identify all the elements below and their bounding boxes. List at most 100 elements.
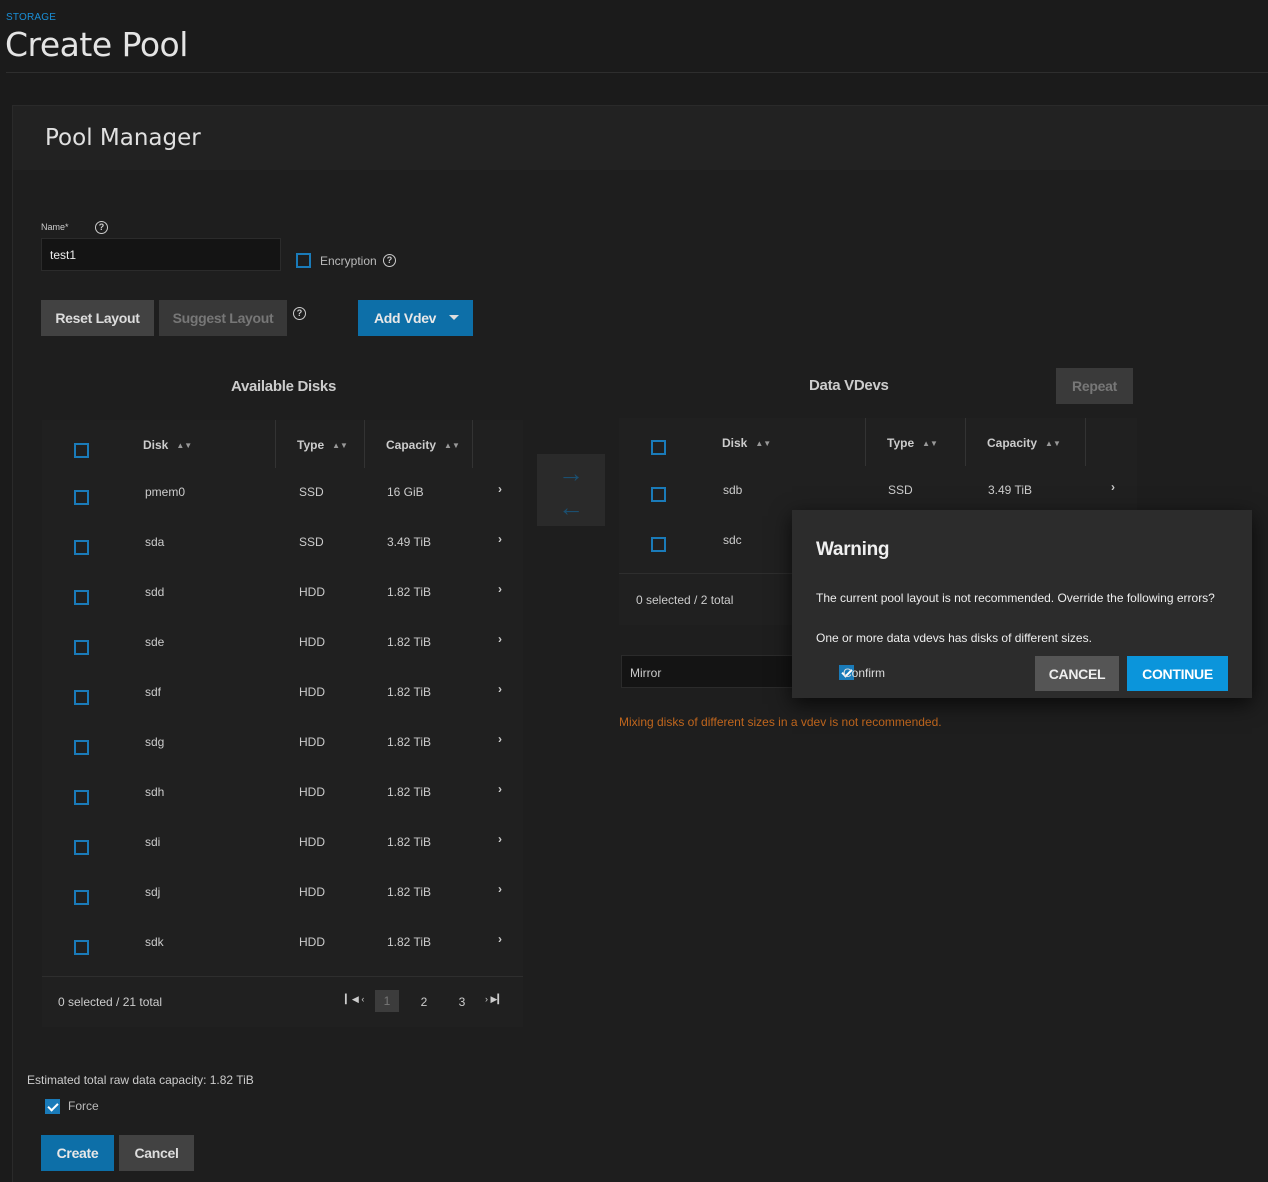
col-header-label: Disk [722, 436, 748, 450]
col-header-capacity[interactable]: Capacity ▲▼ [386, 438, 460, 452]
page-2-button[interactable]: 2 [414, 995, 434, 1009]
disk-type: SSD [299, 535, 324, 549]
column-divider [472, 420, 473, 468]
row-checkbox[interactable] [651, 487, 666, 502]
chevron-right-icon[interactable]: › [498, 882, 502, 896]
disk-type: HDD [299, 585, 325, 599]
col-header-capacity[interactable]: Capacity ▲▼ [987, 436, 1061, 450]
estimated-capacity: Estimated total raw data capacity: 1.82 … [27, 1073, 254, 1087]
disk-type: HDD [299, 835, 325, 849]
sort-icon: ▲▼ [176, 441, 193, 450]
confirm-label[interactable]: Confirm [843, 666, 885, 680]
col-header-type[interactable]: Type ▲▼ [887, 436, 938, 450]
sort-icon: ▲▼ [755, 439, 772, 448]
row-checkbox[interactable] [74, 890, 89, 905]
disk-name: sdh [145, 785, 165, 799]
cancel-button[interactable]: Cancel [119, 1135, 194, 1171]
col-header-disk[interactable]: Disk ▲▼ [143, 438, 192, 452]
disk-type: SSD [299, 485, 324, 499]
header-divider [6, 72, 1268, 73]
disk-capacity: 1.82 TiB [387, 935, 432, 949]
breadcrumb[interactable]: STORAGE [6, 12, 56, 23]
chevron-right-icon[interactable]: › [498, 732, 502, 746]
disk-type: HDD [299, 635, 325, 649]
reset-layout-button[interactable]: Reset Layout [41, 300, 154, 336]
row-checkbox[interactable] [74, 840, 89, 855]
disk-type: HDD [299, 735, 325, 749]
page-1-button[interactable]: 1 [375, 990, 399, 1012]
disk-name: sdf [145, 685, 162, 699]
row-checkbox[interactable] [74, 690, 89, 705]
chevron-right-icon[interactable]: › [498, 782, 502, 796]
dialog-cancel-button[interactable]: CANCEL [1035, 656, 1119, 691]
encryption-help-icon[interactable]: ? [383, 254, 396, 267]
dialog-error: One or more data vdevs has disks of diff… [816, 631, 1092, 645]
row-checkbox[interactable] [74, 540, 89, 555]
chevron-right-icon[interactable]: › [1111, 480, 1115, 494]
chevron-right-icon[interactable]: › [498, 482, 502, 496]
row-checkbox[interactable] [74, 490, 89, 505]
create-button[interactable]: Create [41, 1135, 114, 1171]
col-header-disk[interactable]: Disk ▲▼ [722, 436, 771, 450]
chevron-right-icon[interactable]: › [498, 682, 502, 696]
row-checkbox[interactable] [74, 790, 89, 805]
chevron-right-icon[interactable]: › [498, 832, 502, 846]
name-help-icon[interactable]: ? [95, 221, 108, 234]
force-checkbox[interactable] [45, 1099, 60, 1114]
row-checkbox[interactable] [74, 940, 89, 955]
force-label[interactable]: Force [68, 1099, 99, 1113]
select-all-vdev-checkbox[interactable] [651, 440, 666, 455]
name-label: Name* [41, 222, 69, 232]
vdev-layout-select[interactable]: Mirror [621, 655, 801, 688]
mixed-sizes-warning: Mixing disks of different sizes in a vde… [619, 715, 942, 729]
col-header-type[interactable]: Type ▲▼ [297, 438, 348, 452]
data-vdevs-title: Data VDevs [809, 377, 889, 394]
col-header-label: Type [887, 436, 915, 450]
disk-name: sdb [723, 483, 743, 497]
disk-capacity: 1.82 TiB [387, 685, 432, 699]
chevron-right-icon[interactable]: › [498, 532, 502, 546]
chevron-right-icon[interactable]: › [498, 582, 502, 596]
row-checkbox[interactable] [74, 590, 89, 605]
disk-capacity: 1.82 TiB [387, 735, 432, 749]
column-divider [965, 418, 966, 466]
caret-down-icon [449, 315, 459, 320]
encryption-checkbox[interactable] [296, 253, 311, 268]
disk-name: sdg [145, 735, 165, 749]
disk-name: sde [145, 635, 165, 649]
disk-name: sdi [145, 835, 161, 849]
row-checkbox[interactable] [651, 537, 666, 552]
chevron-right-icon[interactable]: › [498, 632, 502, 646]
disk-capacity: 1.82 TiB [387, 585, 432, 599]
pool-name-input[interactable] [41, 238, 281, 271]
disk-capacity: 3.49 TiB [387, 535, 432, 549]
dialog-continue-button[interactable]: CONTINUE [1127, 656, 1228, 691]
sort-icon: ▲▼ [922, 439, 938, 448]
suggest-layout-button[interactable]: Suggest Layout [159, 300, 287, 336]
page-3-button[interactable]: 3 [452, 995, 472, 1009]
add-vdev-label: Add Vdev [374, 310, 437, 326]
available-disks-title: Available Disks [231, 378, 337, 395]
disk-name: pmem0 [145, 485, 186, 499]
dialog-message: The current pool layout is not recommend… [816, 591, 1215, 605]
encryption-label[interactable]: Encryption [320, 254, 377, 268]
suggest-layout-help-icon[interactable]: ? [293, 307, 306, 320]
pool-manager-title: Pool Manager [45, 125, 201, 151]
chevron-right-icon[interactable]: › [498, 932, 502, 946]
row-checkbox[interactable] [74, 640, 89, 655]
dialog-title: Warning [816, 539, 890, 560]
sort-icon: ▲▼ [1045, 439, 1061, 448]
pool-manager-header [13, 106, 1268, 170]
arrow-left-icon[interactable]: ← [558, 492, 584, 523]
first-prev-page-icon[interactable]: ▎◀ ‹ [345, 994, 364, 1005]
col-header-label: Disk [143, 438, 169, 452]
row-checkbox[interactable] [74, 740, 89, 755]
repeat-button[interactable]: Repeat [1056, 368, 1133, 404]
available-disks-table: Disk ▲▼ Type ▲▼ Capacity ▲▼ pmem0 SSD 16 GiB ›… [42, 420, 523, 1027]
disk-capacity: 3.49 TiB [988, 483, 1033, 497]
select-all-available-checkbox[interactable] [74, 443, 89, 458]
arrow-right-icon[interactable]: → [558, 458, 584, 489]
sort-icon: ▲▼ [332, 441, 348, 450]
add-vdev-button[interactable]: Add Vdev [358, 300, 473, 336]
next-last-page-icon[interactable]: › ▶▎ [485, 994, 504, 1005]
